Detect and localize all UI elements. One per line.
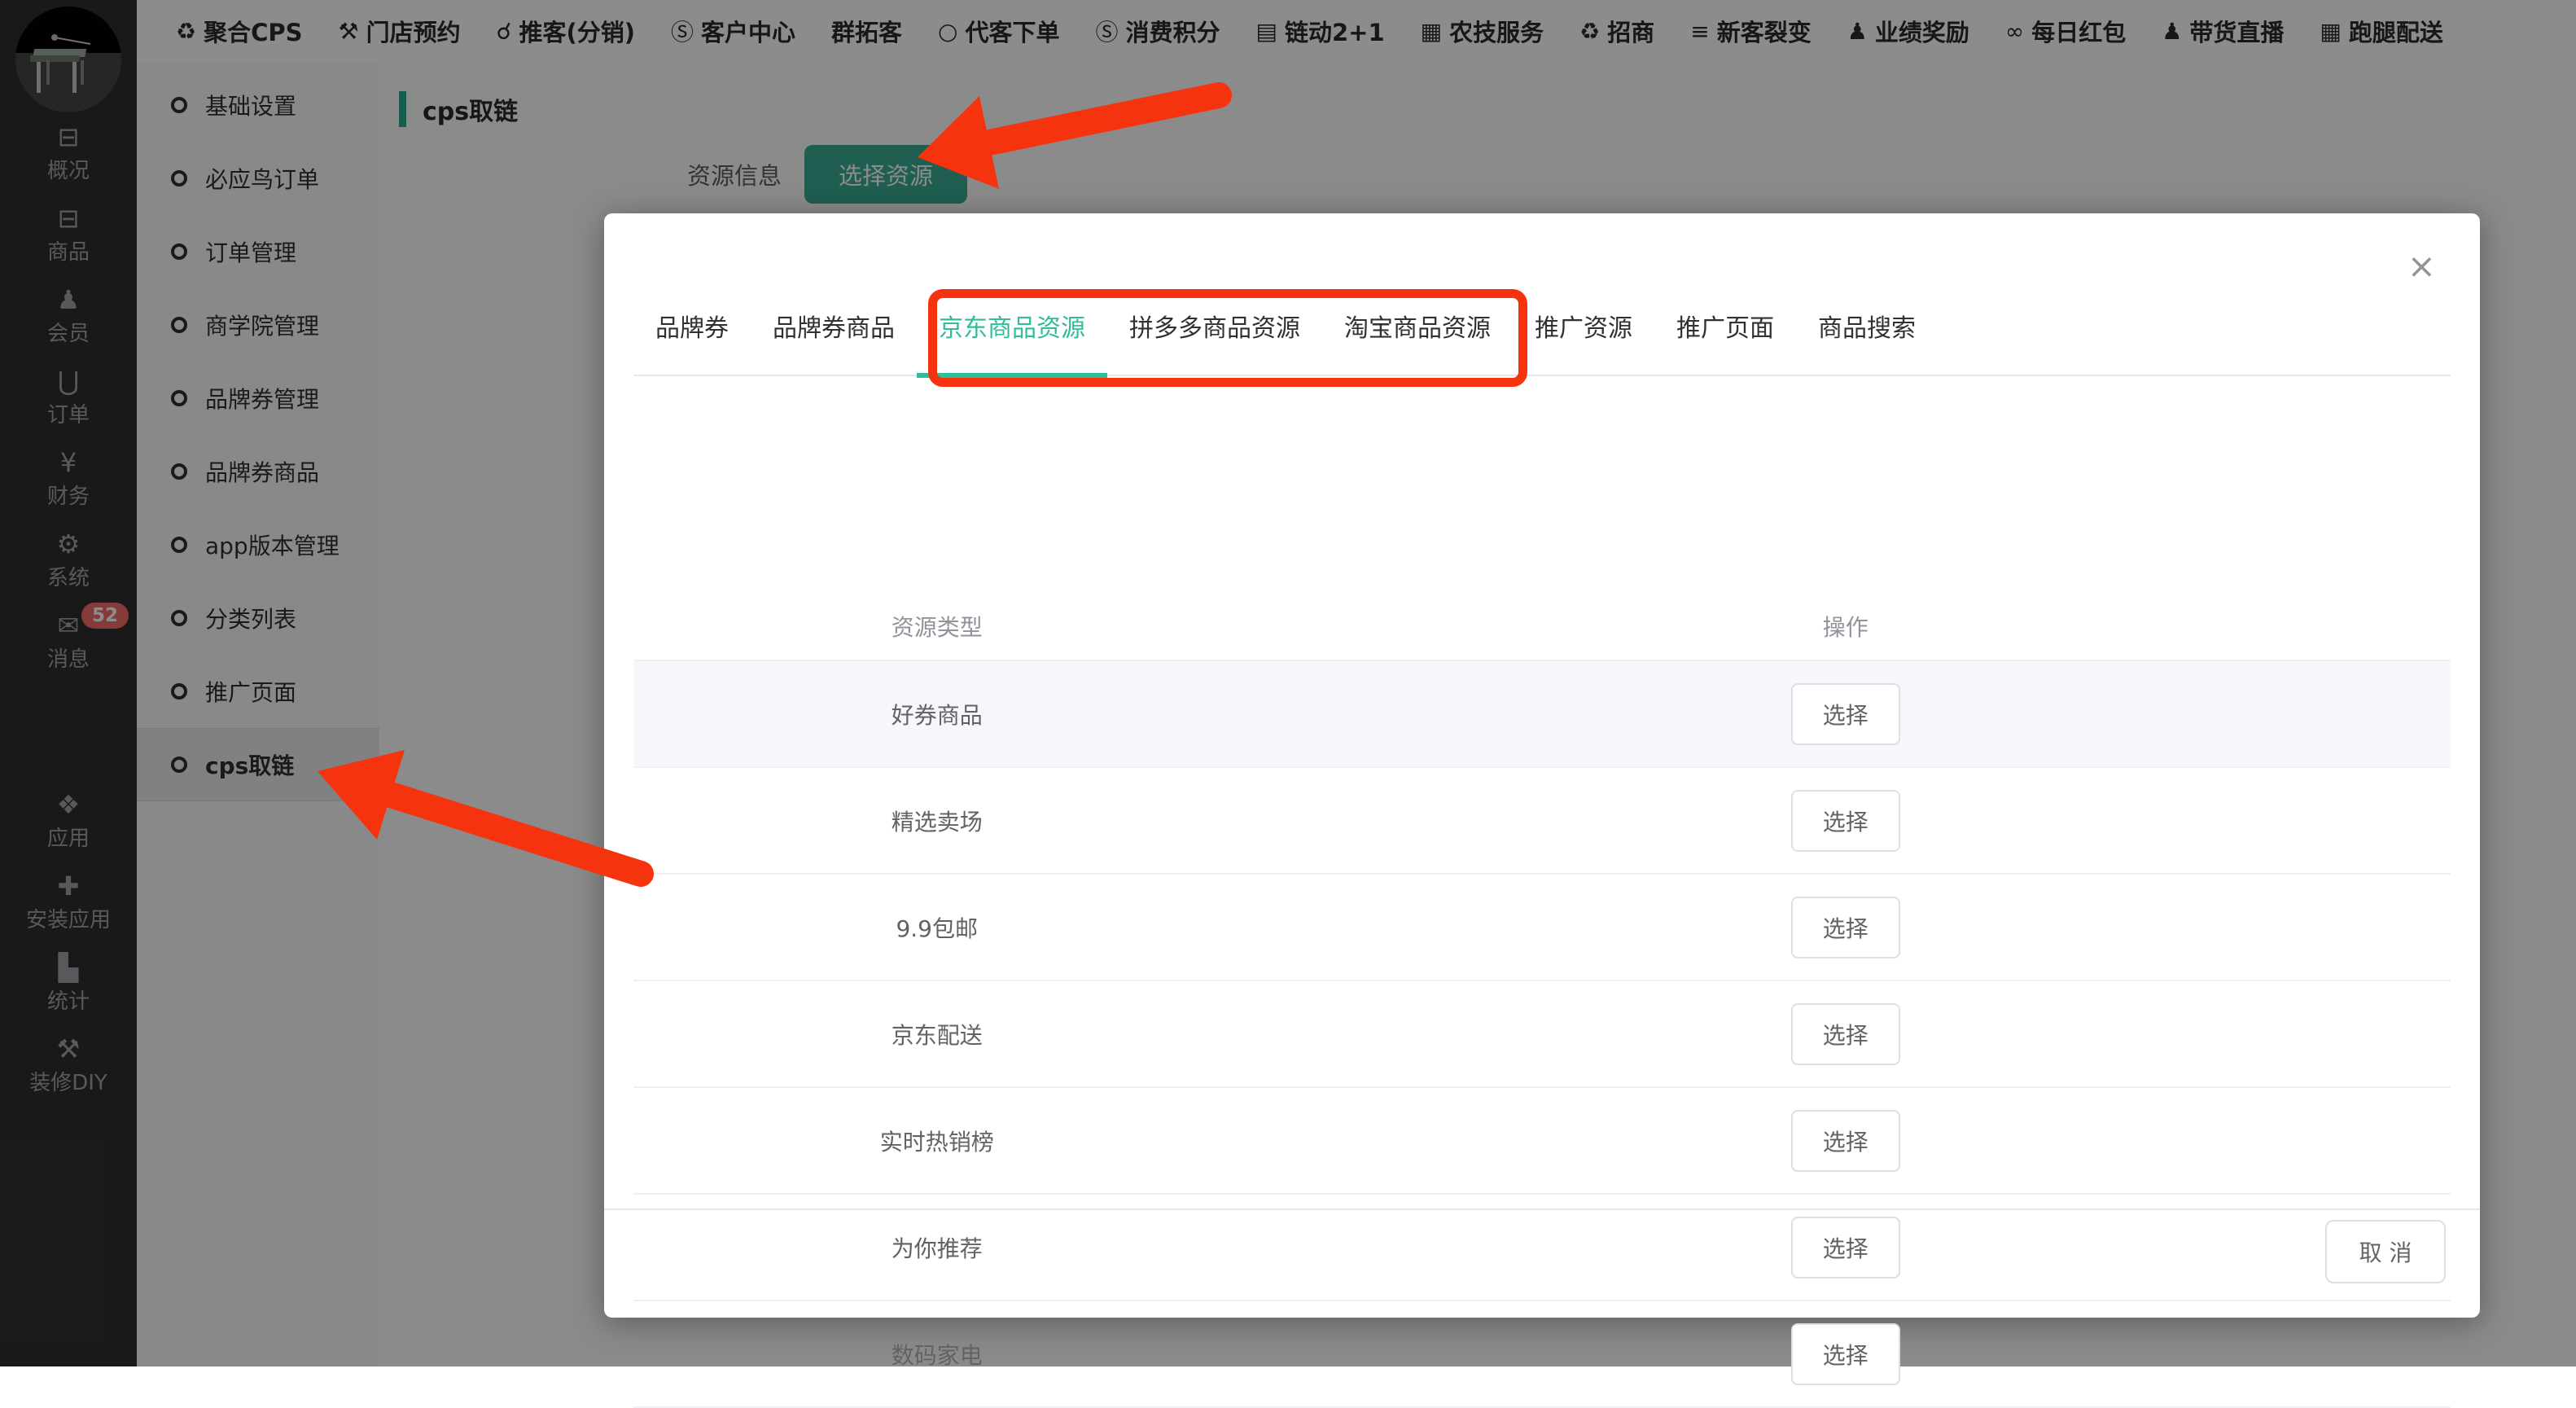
tab-jd-goods-resource[interactable]: 京东商品资源	[917, 311, 1107, 378]
table-row: 精选卖场 选择	[633, 768, 2451, 875]
tab-promo-resource[interactable]: 推广资源	[1513, 311, 1654, 378]
choose-button[interactable]: 选择	[1790, 1322, 1900, 1385]
close-icon[interactable]: ×	[2407, 249, 2436, 283]
resource-type-cell: 9.9包邮	[896, 915, 978, 942]
cancel-button[interactable]: 取 消	[2325, 1220, 2446, 1283]
table-row: 实时热销榜 选择	[633, 1088, 2451, 1195]
table-row: 京东配送 选择	[633, 981, 2451, 1088]
tab-brand-coupon-goods[interactable]: 品牌券商品	[751, 311, 917, 378]
resource-table: 资源类型 操作 好券商品 选择 精选卖场 选择 9.9包邮 选择 京东配送 选择…	[633, 593, 2451, 1408]
choose-button[interactable]: 选择	[1790, 682, 1900, 745]
resource-type-cell: 好券商品	[891, 701, 983, 729]
footer-divider	[604, 1208, 2480, 1210]
resource-type-cell: 为你推荐	[891, 1235, 983, 1262]
resource-type-cell: 京东配送	[891, 1021, 983, 1049]
column-header-action: 操作	[1822, 614, 1868, 641]
select-resource-dialog: × 品牌券 品牌券商品 京东商品资源 拼多多商品资源 淘宝商品资源 推广资源 推…	[604, 213, 2480, 1408]
choose-button[interactable]: 选择	[1790, 896, 1900, 958]
resource-tabs: 品牌券 品牌券商品 京东商品资源 拼多多商品资源 淘宝商品资源 推广资源 推广页…	[633, 311, 2451, 378]
column-header-resource-type: 资源类型	[891, 614, 983, 641]
choose-button[interactable]: 选择	[1790, 1216, 1900, 1279]
tab-pdd-goods-resource[interactable]: 拼多多商品资源	[1107, 311, 1322, 378]
choose-button[interactable]: 选择	[1790, 789, 1900, 852]
tab-taobao-goods-resource[interactable]: 淘宝商品资源	[1322, 311, 1513, 378]
tab-brand-coupon[interactable]: 品牌券	[633, 311, 751, 378]
tab-promo-page[interactable]: 推广页面	[1654, 311, 1796, 378]
resource-type-cell: 精选卖场	[891, 808, 983, 836]
table-row: 为你推荐 选择	[633, 1195, 2451, 1301]
table-row: 数码家电 选择	[633, 1301, 2451, 1408]
choose-button[interactable]: 选择	[1790, 1002, 1900, 1065]
resource-type-cell: 实时热销榜	[879, 1128, 994, 1156]
table-header: 资源类型 操作	[633, 593, 2451, 661]
table-row: 好券商品 选择	[633, 661, 2451, 768]
resource-type-cell: 数码家电	[891, 1341, 983, 1369]
table-row: 9.9包邮 选择	[633, 875, 2451, 981]
tab-goods-search[interactable]: 商品搜索	[1796, 311, 1938, 378]
choose-button[interactable]: 选择	[1790, 1109, 1900, 1172]
